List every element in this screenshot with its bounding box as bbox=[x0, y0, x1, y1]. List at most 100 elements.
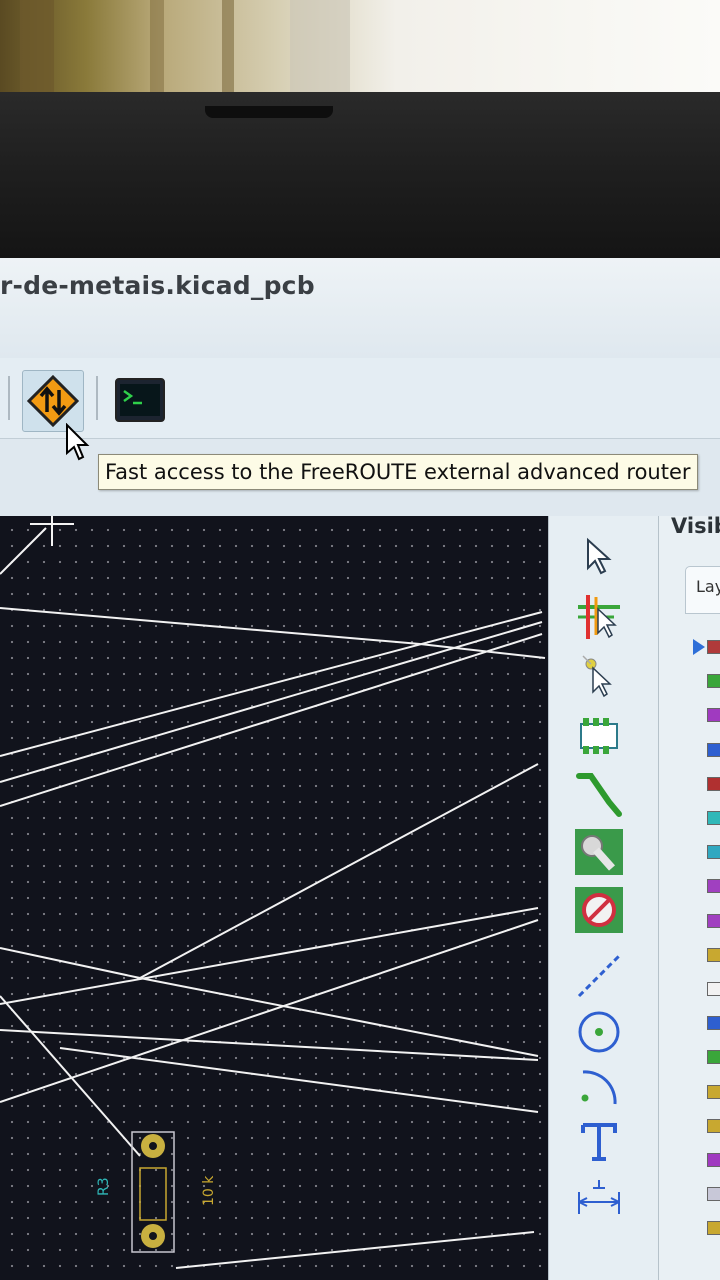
ratsnest-line bbox=[0, 621, 543, 783]
ratsnest-line bbox=[139, 763, 539, 979]
layer-row[interactable] bbox=[683, 976, 720, 1002]
active-layer-arrow-icon bbox=[693, 639, 705, 655]
layer-row[interactable] bbox=[683, 702, 720, 728]
layer-color-swatch[interactable] bbox=[707, 947, 720, 962]
window-titlebar: r-de-metais.kicad_pcb bbox=[0, 258, 720, 359]
layers-tab[interactable]: Lay bbox=[685, 566, 720, 614]
ratsnest-lines bbox=[0, 607, 546, 1269]
ratsnest-line bbox=[0, 633, 543, 807]
layer-color-swatch[interactable] bbox=[707, 811, 720, 825]
layer-color-swatch[interactable] bbox=[707, 708, 720, 723]
layer-row[interactable] bbox=[683, 1113, 720, 1139]
background-post bbox=[222, 0, 234, 92]
add-keepout-button[interactable] bbox=[571, 884, 627, 936]
panel-title: Visib bbox=[671, 516, 720, 538]
layer-row[interactable] bbox=[683, 1181, 720, 1207]
layer-row[interactable] bbox=[683, 1044, 720, 1070]
layer-row[interactable] bbox=[683, 737, 720, 763]
add-line-button[interactable] bbox=[571, 950, 627, 1002]
freeroute-router-icon bbox=[27, 375, 79, 427]
layer-color-swatch[interactable] bbox=[707, 982, 720, 996]
background-post bbox=[290, 0, 350, 92]
local-ratsnest-icon bbox=[582, 655, 612, 698]
ratsnest-line bbox=[0, 995, 141, 1157]
layer-color-swatch[interactable] bbox=[707, 1153, 720, 1167]
add-circle-button[interactable] bbox=[571, 1006, 627, 1058]
graphic-line-icon bbox=[577, 954, 621, 998]
toolbar-strip bbox=[0, 488, 720, 514]
layer-color-swatch[interactable] bbox=[707, 879, 720, 894]
courtyard bbox=[139, 1167, 167, 1221]
layers-tab-label: Lay bbox=[696, 577, 720, 596]
ratsnest-line bbox=[0, 1029, 539, 1061]
layer-color-swatch[interactable] bbox=[707, 1084, 720, 1099]
layer-color-swatch[interactable] bbox=[707, 1221, 720, 1236]
layer-row[interactable] bbox=[683, 1010, 720, 1036]
layer-row[interactable] bbox=[683, 839, 720, 865]
layer-color-swatch[interactable] bbox=[707, 640, 720, 654]
scripting-console-button[interactable] bbox=[110, 370, 170, 430]
dimension-icon bbox=[578, 1180, 620, 1214]
kicad-window: r-de-metais.kicad_pcb R3 10 k Visi La Fa… bbox=[0, 258, 720, 1280]
add-arc-button[interactable] bbox=[571, 1062, 627, 1114]
top-toolbar bbox=[0, 358, 720, 439]
layer-row[interactable] bbox=[683, 1079, 720, 1105]
ratsnest-line bbox=[0, 907, 539, 1005]
layer-row[interactable] bbox=[683, 908, 720, 934]
route-tracks-button[interactable] bbox=[571, 768, 627, 820]
layer-color-swatch[interactable] bbox=[707, 1118, 720, 1133]
layer-color-swatch[interactable] bbox=[707, 1016, 720, 1031]
ratsnest-line bbox=[175, 1231, 535, 1269]
ratsnest-line bbox=[0, 919, 539, 1103]
layer-color-swatch[interactable] bbox=[707, 776, 720, 791]
footprint-r3[interactable]: R3 10 k bbox=[96, 1131, 217, 1253]
arc-icon bbox=[581, 1070, 617, 1105]
layer-row[interactable] bbox=[683, 771, 720, 797]
reference-label: R3 bbox=[96, 1177, 112, 1196]
right-toolbar bbox=[548, 516, 659, 1280]
pcb-canvas[interactable]: R3 10 k bbox=[0, 516, 548, 1280]
background-post bbox=[20, 0, 54, 92]
webcam-notch bbox=[205, 106, 333, 118]
terminal-icon bbox=[115, 378, 165, 422]
background-room bbox=[0, 0, 720, 92]
layer-color-swatch[interactable] bbox=[707, 913, 720, 928]
layer-color-swatch[interactable] bbox=[707, 742, 720, 757]
crosshair-cursor-icon bbox=[0, 516, 74, 575]
highlight-net-button[interactable] bbox=[571, 590, 627, 642]
layer-row[interactable] bbox=[683, 668, 720, 694]
ratsnest-line bbox=[59, 1047, 539, 1113]
laptop-bezel bbox=[0, 92, 720, 260]
add-footprint-button[interactable] bbox=[571, 710, 627, 762]
background-post bbox=[150, 0, 164, 92]
ratsnest-line bbox=[0, 607, 421, 645]
ratsnest-layer: R3 10 k bbox=[0, 516, 546, 1269]
toolbar-separator bbox=[8, 376, 10, 420]
value-label: 10 k bbox=[201, 1175, 217, 1206]
layer-row[interactable] bbox=[683, 942, 720, 968]
ratsnest-line bbox=[139, 977, 539, 1057]
layer-row[interactable] bbox=[683, 634, 720, 660]
ratsnest-line bbox=[419, 643, 546, 659]
layer-row[interactable] bbox=[683, 805, 720, 831]
add-dimension-button[interactable] bbox=[571, 1172, 627, 1224]
add-zone-button[interactable] bbox=[571, 826, 627, 878]
window-title: r-de-metais.kicad_pcb bbox=[0, 271, 315, 300]
pad-2-hole bbox=[149, 1232, 157, 1240]
layer-row[interactable] bbox=[683, 1215, 720, 1241]
layer-color-swatch[interactable] bbox=[707, 1187, 720, 1202]
local-ratsnest-button[interactable] bbox=[571, 650, 627, 702]
circle-icon bbox=[578, 1011, 620, 1053]
route-track-icon bbox=[576, 773, 622, 817]
footprint-icon bbox=[580, 718, 618, 754]
layer-row[interactable] bbox=[683, 873, 720, 899]
zone-icon bbox=[575, 829, 623, 875]
layer-color-swatch[interactable] bbox=[707, 1050, 720, 1065]
toolbar-separator bbox=[96, 376, 98, 420]
layer-color-swatch[interactable] bbox=[707, 674, 720, 689]
layer-row[interactable] bbox=[683, 1147, 720, 1173]
add-text-button[interactable] bbox=[571, 1116, 627, 1168]
layer-color-swatch[interactable] bbox=[707, 845, 720, 860]
select-tool-button[interactable] bbox=[571, 530, 627, 582]
ratsnest-line bbox=[0, 947, 141, 979]
